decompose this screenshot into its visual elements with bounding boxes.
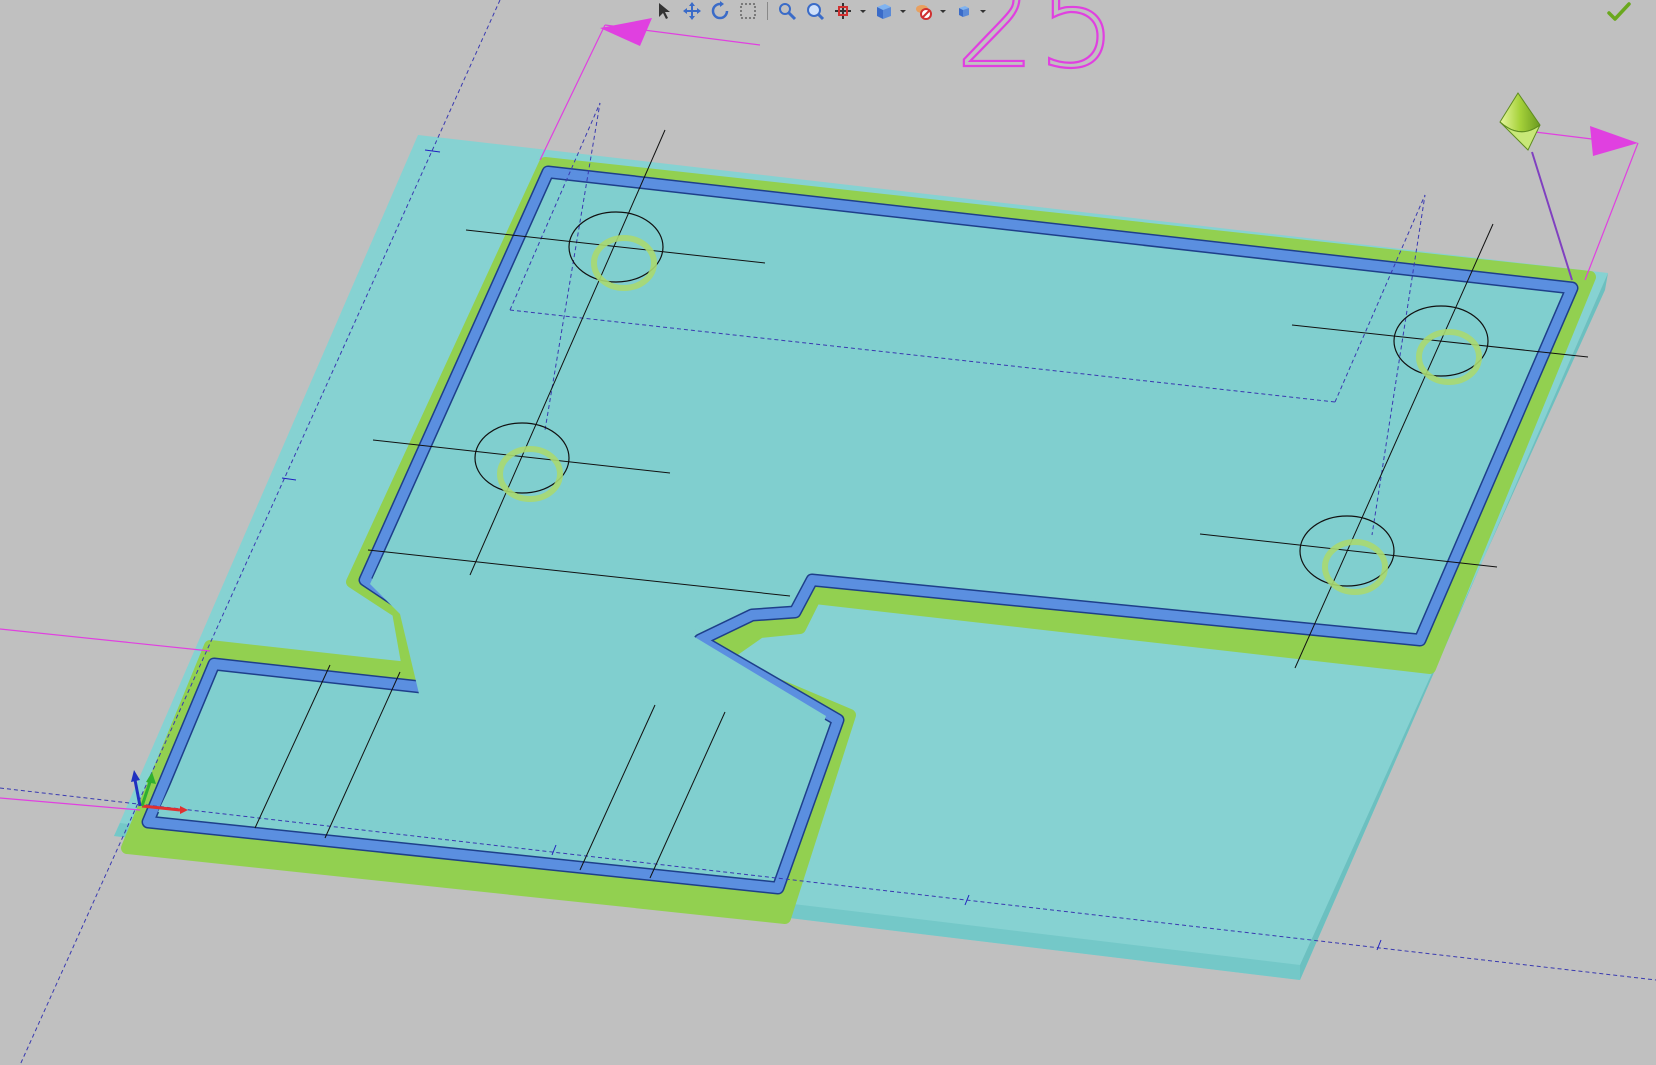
cad-viewport[interactable]: 25 [0, 0, 1656, 1065]
zoom-fit-icon[interactable] [803, 0, 827, 22]
box-select-icon[interactable] [736, 0, 760, 22]
view-cube-icon[interactable] [871, 0, 895, 22]
display-mode-icon[interactable] [951, 0, 975, 22]
view-toolbar [652, 0, 987, 22]
chevron-down-icon[interactable] [939, 0, 947, 22]
confirm-button[interactable] [1604, 0, 1634, 24]
select-icon[interactable] [652, 0, 676, 22]
toolbar-separator [767, 2, 768, 20]
tool-cone-icon[interactable] [1499, 92, 1573, 281]
chevron-down-icon[interactable] [859, 0, 867, 22]
rotate-icon[interactable] [708, 0, 732, 22]
chevron-down-icon[interactable] [899, 0, 907, 22]
checkmark-icon [1607, 2, 1631, 21]
hide-show-icon[interactable] [911, 0, 935, 22]
snap-target-icon[interactable] [831, 0, 855, 22]
pan-icon[interactable] [680, 0, 704, 22]
zoom-icon[interactable] [775, 0, 799, 22]
chevron-down-icon[interactable] [979, 0, 987, 22]
